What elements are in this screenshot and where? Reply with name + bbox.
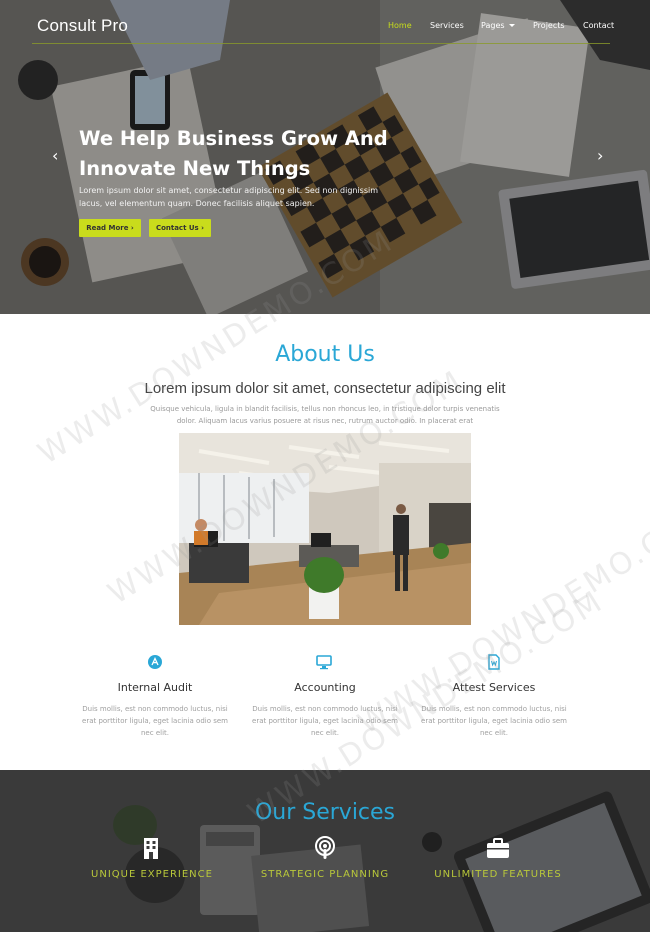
- hero-description: Lorem ipsum dolor sit amet, consectetur …: [79, 186, 379, 208]
- hero-title-line-1: We Help Business Grow And: [79, 127, 388, 150]
- contact-us-button[interactable]: Contact Us ›: [149, 219, 211, 237]
- nav-item-services[interactable]: Services: [430, 21, 464, 30]
- slider-prev-icon[interactable]: ‹: [52, 146, 58, 165]
- nav-item-pages[interactable]: Pages: [481, 21, 515, 30]
- podcast-icon: [315, 836, 335, 859]
- a-circle-icon: [148, 655, 162, 669]
- document-icon: [488, 654, 500, 670]
- top-navbar: Consult Pro Home Services Pages Projects…: [0, 0, 650, 46]
- site-logo[interactable]: Consult Pro: [37, 16, 128, 36]
- read-more-button[interactable]: Read More ›: [79, 219, 141, 237]
- about-subtitle: Lorem ipsum dolor sit amet, consectetur …: [144, 380, 506, 397]
- service-label-unlimited-features: UNLIMITED FEATURES: [434, 869, 562, 880]
- feature-title-attest-services: Attest Services: [452, 681, 536, 694]
- briefcase-icon: [487, 838, 509, 858]
- feature-text-attest-services: Duis mollis, est non commodo luctus, nis…: [421, 705, 567, 737]
- service-label-unique-experience: UNIQUE EXPERIENCE: [91, 869, 213, 880]
- building-icon: [144, 838, 158, 859]
- read-more-label: Read More: [86, 224, 129, 232]
- feature-title-accounting: Accounting: [294, 681, 356, 694]
- monitor-icon: [316, 655, 332, 670]
- contact-us-label: Contact Us: [155, 224, 199, 232]
- about-title: About Us: [275, 342, 375, 367]
- chevron-right-icon: ›: [198, 224, 205, 232]
- nav-item-contact[interactable]: Contact: [583, 21, 614, 30]
- feature-text-internal-audit: Duis mollis, est non commodo luctus, nis…: [82, 705, 228, 737]
- nav-item-home[interactable]: Home: [388, 21, 412, 30]
- hero-title-line-2: Innovate New Things: [79, 157, 311, 180]
- office-photo: [179, 433, 471, 625]
- hero-title: We Help Business Grow And Innovate New T…: [79, 124, 439, 184]
- about-text: Quisque vehicula, ligula in blandit faci…: [150, 405, 500, 425]
- service-label-strategic-planning: STRATEGIC PLANNING: [260, 869, 390, 880]
- feature-text-accounting: Duis mollis, est non commodo luctus, nis…: [252, 705, 398, 737]
- nav-item-projects[interactable]: Projects: [533, 21, 565, 30]
- office-photo-image: [179, 433, 471, 625]
- chevron-down-icon: [508, 24, 515, 27]
- feature-title-internal-audit: Internal Audit: [117, 681, 193, 694]
- hero-section: Consult Pro Home Services Pages Projects…: [0, 0, 650, 314]
- chevron-right-icon: ›: [128, 224, 134, 232]
- nav-divider: [32, 43, 610, 44]
- services-title: Our Services: [254, 800, 396, 825]
- nav-item-pages-label: Pages: [481, 21, 505, 30]
- slider-next-icon[interactable]: ›: [597, 146, 603, 165]
